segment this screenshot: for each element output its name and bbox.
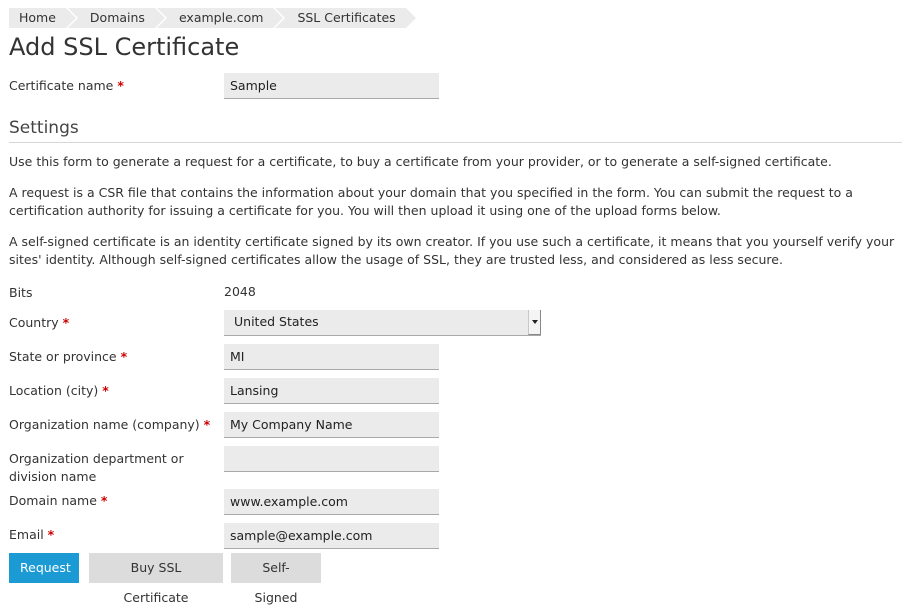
bits-value: 2048 [224,284,256,299]
org-dept-label: Organization department or division name [9,451,184,484]
domain-input[interactable] [224,489,439,515]
required-marker: * [120,349,128,364]
required-marker: * [117,78,124,93]
state-input[interactable] [224,344,439,370]
page-title: Add SSL Certificate [9,33,240,61]
breadcrumb: Home Domains example.com SSL Certificate… [9,8,418,28]
country-selected-value: United States [234,314,319,329]
org-name-label: Organization name (company) * [9,417,211,432]
intro-paragraph: Use this form to generate a request for … [9,154,832,169]
org-name-input[interactable] [224,412,439,438]
certificate-name-label: Certificate name * [9,78,124,93]
breadcrumb-home[interactable]: Home [9,8,76,28]
required-marker: * [100,493,108,508]
email-input[interactable] [224,523,439,549]
required-marker: * [62,315,70,330]
csr-paragraph: A request is a CSR file that contains th… [9,185,853,218]
city-input[interactable] [224,378,439,404]
email-label: Email * [9,527,55,542]
request-button[interactable]: Request [9,553,79,583]
breadcrumb-domain[interactable]: example.com [156,8,284,28]
state-label: State or province * [9,349,128,364]
buy-ssl-certificate-button[interactable]: Buy SSL Certificate [89,553,223,605]
certificate-name-input[interactable] [224,73,439,99]
settings-heading: Settings [9,118,902,143]
required-marker: * [102,383,109,398]
country-label: Country * [9,315,70,330]
domain-label: Domain name * [9,493,108,508]
org-dept-input[interactable] [224,446,439,472]
chevron-down-icon[interactable] [528,310,541,335]
breadcrumb-domains[interactable]: Domains [67,8,165,28]
self-signed-button[interactable]: Self-Signed [231,553,321,605]
required-marker: * [47,527,55,542]
breadcrumb-ssl-certificates[interactable]: SSL Certificates [275,8,416,28]
city-label: Location (city) * [9,383,109,398]
bits-label: Bits [9,285,33,300]
required-marker: * [203,417,211,432]
country-select[interactable]: United States [224,310,541,336]
self-signed-paragraph: A self-signed certificate is an identity… [9,234,895,267]
